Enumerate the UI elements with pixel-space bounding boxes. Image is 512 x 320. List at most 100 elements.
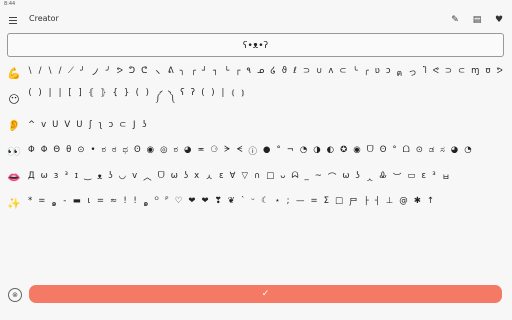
component-option[interactable]: ᆺ: [366, 171, 374, 183]
component-option[interactable]: ヽ: [153, 66, 162, 80]
component-option[interactable]: ◉: [353, 145, 360, 157]
component-option[interactable]: (: [28, 88, 32, 111]
component-option[interactable]: ⋆: [275, 196, 280, 210]
component-option[interactable]: ◔: [300, 145, 307, 157]
component-option[interactable]: Θ: [53, 145, 60, 157]
component-option[interactable]: ❣: [215, 196, 222, 210]
component-option[interactable]: Φ: [28, 145, 35, 157]
component-option[interactable]: ●: [263, 145, 270, 157]
component-option[interactable]: ╯: [106, 66, 111, 80]
component-option[interactable]: ◐: [327, 145, 334, 157]
component-option[interactable]: ω: [41, 171, 48, 183]
component-option[interactable]: ಥ: [122, 145, 128, 157]
component-option[interactable]: ▭: [407, 171, 415, 183]
component-option[interactable]: θ: [66, 145, 71, 157]
component-option[interactable]: (: [135, 88, 139, 111]
component-option[interactable]: ʃ: [88, 120, 92, 130]
component-option[interactable]: ᴥ: [97, 171, 102, 183]
component-option[interactable]: U: [52, 120, 58, 130]
component-option[interactable]: ʊ: [485, 66, 490, 80]
component-option[interactable]: ᴗ: [280, 171, 285, 183]
component-option[interactable]: ノ: [91, 66, 100, 80]
component-option[interactable]: ⦃: [88, 88, 94, 111]
component-option[interactable]: ⦅: [231, 88, 235, 111]
category-extras-icon[interactable]: ✨: [6, 197, 22, 210]
component-option[interactable]: =: [38, 196, 45, 210]
component-option[interactable]: ⓘ: [249, 145, 258, 157]
component-option[interactable]: ⦄: [100, 88, 106, 111]
component-option[interactable]: ༼: [155, 88, 162, 111]
clear-icon[interactable]: ⊗: [8, 288, 22, 302]
component-option[interactable]: !: [133, 196, 137, 210]
component-option[interactable]: ๑: [143, 196, 148, 210]
component-option[interactable]: ᗝ: [403, 145, 410, 157]
component-option[interactable]: |: [58, 88, 62, 111]
component-option[interactable]: ³: [432, 171, 436, 183]
component-option[interactable]: ⊙: [77, 145, 84, 157]
component-option[interactable]: ): [38, 88, 42, 111]
component-option[interactable]: ❤: [188, 196, 195, 210]
component-option[interactable]: -: [63, 196, 67, 210]
category-eyes-icon[interactable]: 👀: [6, 145, 22, 158]
component-option[interactable]: ʖ: [142, 120, 146, 130]
component-option[interactable]: ︶: [393, 171, 402, 183]
component-option[interactable]: ᵕ: [251, 196, 255, 210]
kaomoji-preview-field[interactable]: ʕ•ᴥ•ʔ: [7, 33, 504, 57]
category-mouth-icon[interactable]: 👄: [6, 171, 22, 184]
component-option[interactable]: ∀: [230, 171, 236, 183]
category-face-icon[interactable]: 😶: [6, 93, 22, 106]
component-option[interactable]: ↑: [427, 196, 434, 210]
component-option[interactable]: ╭: [191, 66, 196, 80]
component-option[interactable]: ᗕ: [236, 145, 242, 157]
component-option[interactable]: ◕: [451, 145, 458, 157]
component-option[interactable]: ╭: [364, 66, 369, 80]
component-option[interactable]: v: [41, 120, 46, 130]
component-option[interactable]: ɔ: [386, 66, 391, 80]
template-icon[interactable]: ▤: [470, 13, 484, 27]
component-option[interactable]: ≖: [197, 145, 204, 157]
component-option[interactable]: (: [201, 88, 205, 111]
component-option[interactable]: ‿: [84, 171, 91, 183]
component-option[interactable]: ʖ: [184, 171, 188, 183]
component-option[interactable]: ⊃: [303, 66, 310, 80]
component-option[interactable]: ▽: [241, 171, 248, 183]
component-option[interactable]: ω: [171, 171, 178, 183]
component-option[interactable]: ᕦ: [141, 66, 147, 80]
component-option[interactable]: ㅅ: [205, 171, 213, 183]
component-option[interactable]: J: [132, 120, 136, 130]
category-arms-icon[interactable]: 💪: [6, 67, 22, 80]
component-option[interactable]: °: [276, 145, 280, 157]
component-option[interactable]: ᕕ: [168, 66, 174, 80]
component-option[interactable]: /: [58, 66, 62, 80]
component-option[interactable]: ʖ: [108, 171, 112, 183]
component-option[interactable]: ᗣ: [291, 171, 298, 183]
component-option[interactable]: Ꮂ: [380, 171, 387, 183]
component-option[interactable]: ᴼ: [154, 196, 158, 210]
component-option[interactable]: ㅂ: [442, 171, 450, 183]
component-option[interactable]: ◡: [119, 171, 126, 183]
component-option[interactable]: ɪ: [74, 171, 78, 183]
component-option[interactable]: ¬: [287, 145, 294, 157]
component-option[interactable]: _: [305, 171, 309, 183]
component-option[interactable]: ಸ: [440, 145, 445, 157]
component-option[interactable]: 尸: [349, 196, 358, 210]
component-option[interactable]: \: [48, 66, 52, 80]
component-option[interactable]: ʋ: [375, 66, 380, 80]
confirm-button[interactable]: ✓: [29, 285, 502, 303]
component-option[interactable]: [: [68, 88, 72, 111]
component-option[interactable]: ⊙: [416, 145, 423, 157]
component-option[interactable]: ├: [364, 196, 369, 210]
component-option[interactable]: ༽: [168, 88, 174, 111]
component-option[interactable]: ಠ: [174, 145, 179, 157]
component-option[interactable]: ʖ: [356, 171, 360, 183]
component-option[interactable]: Φ: [41, 145, 48, 157]
component-option[interactable]: ϑ: [282, 66, 287, 80]
component-option[interactable]: ▬: [73, 196, 81, 210]
component-option[interactable]: ⊃: [445, 66, 452, 80]
component-option[interactable]: ╰: [352, 66, 357, 80]
component-option[interactable]: ): [145, 88, 149, 111]
component-option[interactable]: \: [28, 66, 32, 80]
component-option[interactable]: ͡°: [392, 145, 396, 157]
component-option[interactable]: ಠ: [112, 145, 117, 157]
component-option[interactable]: ಡ: [429, 145, 434, 157]
